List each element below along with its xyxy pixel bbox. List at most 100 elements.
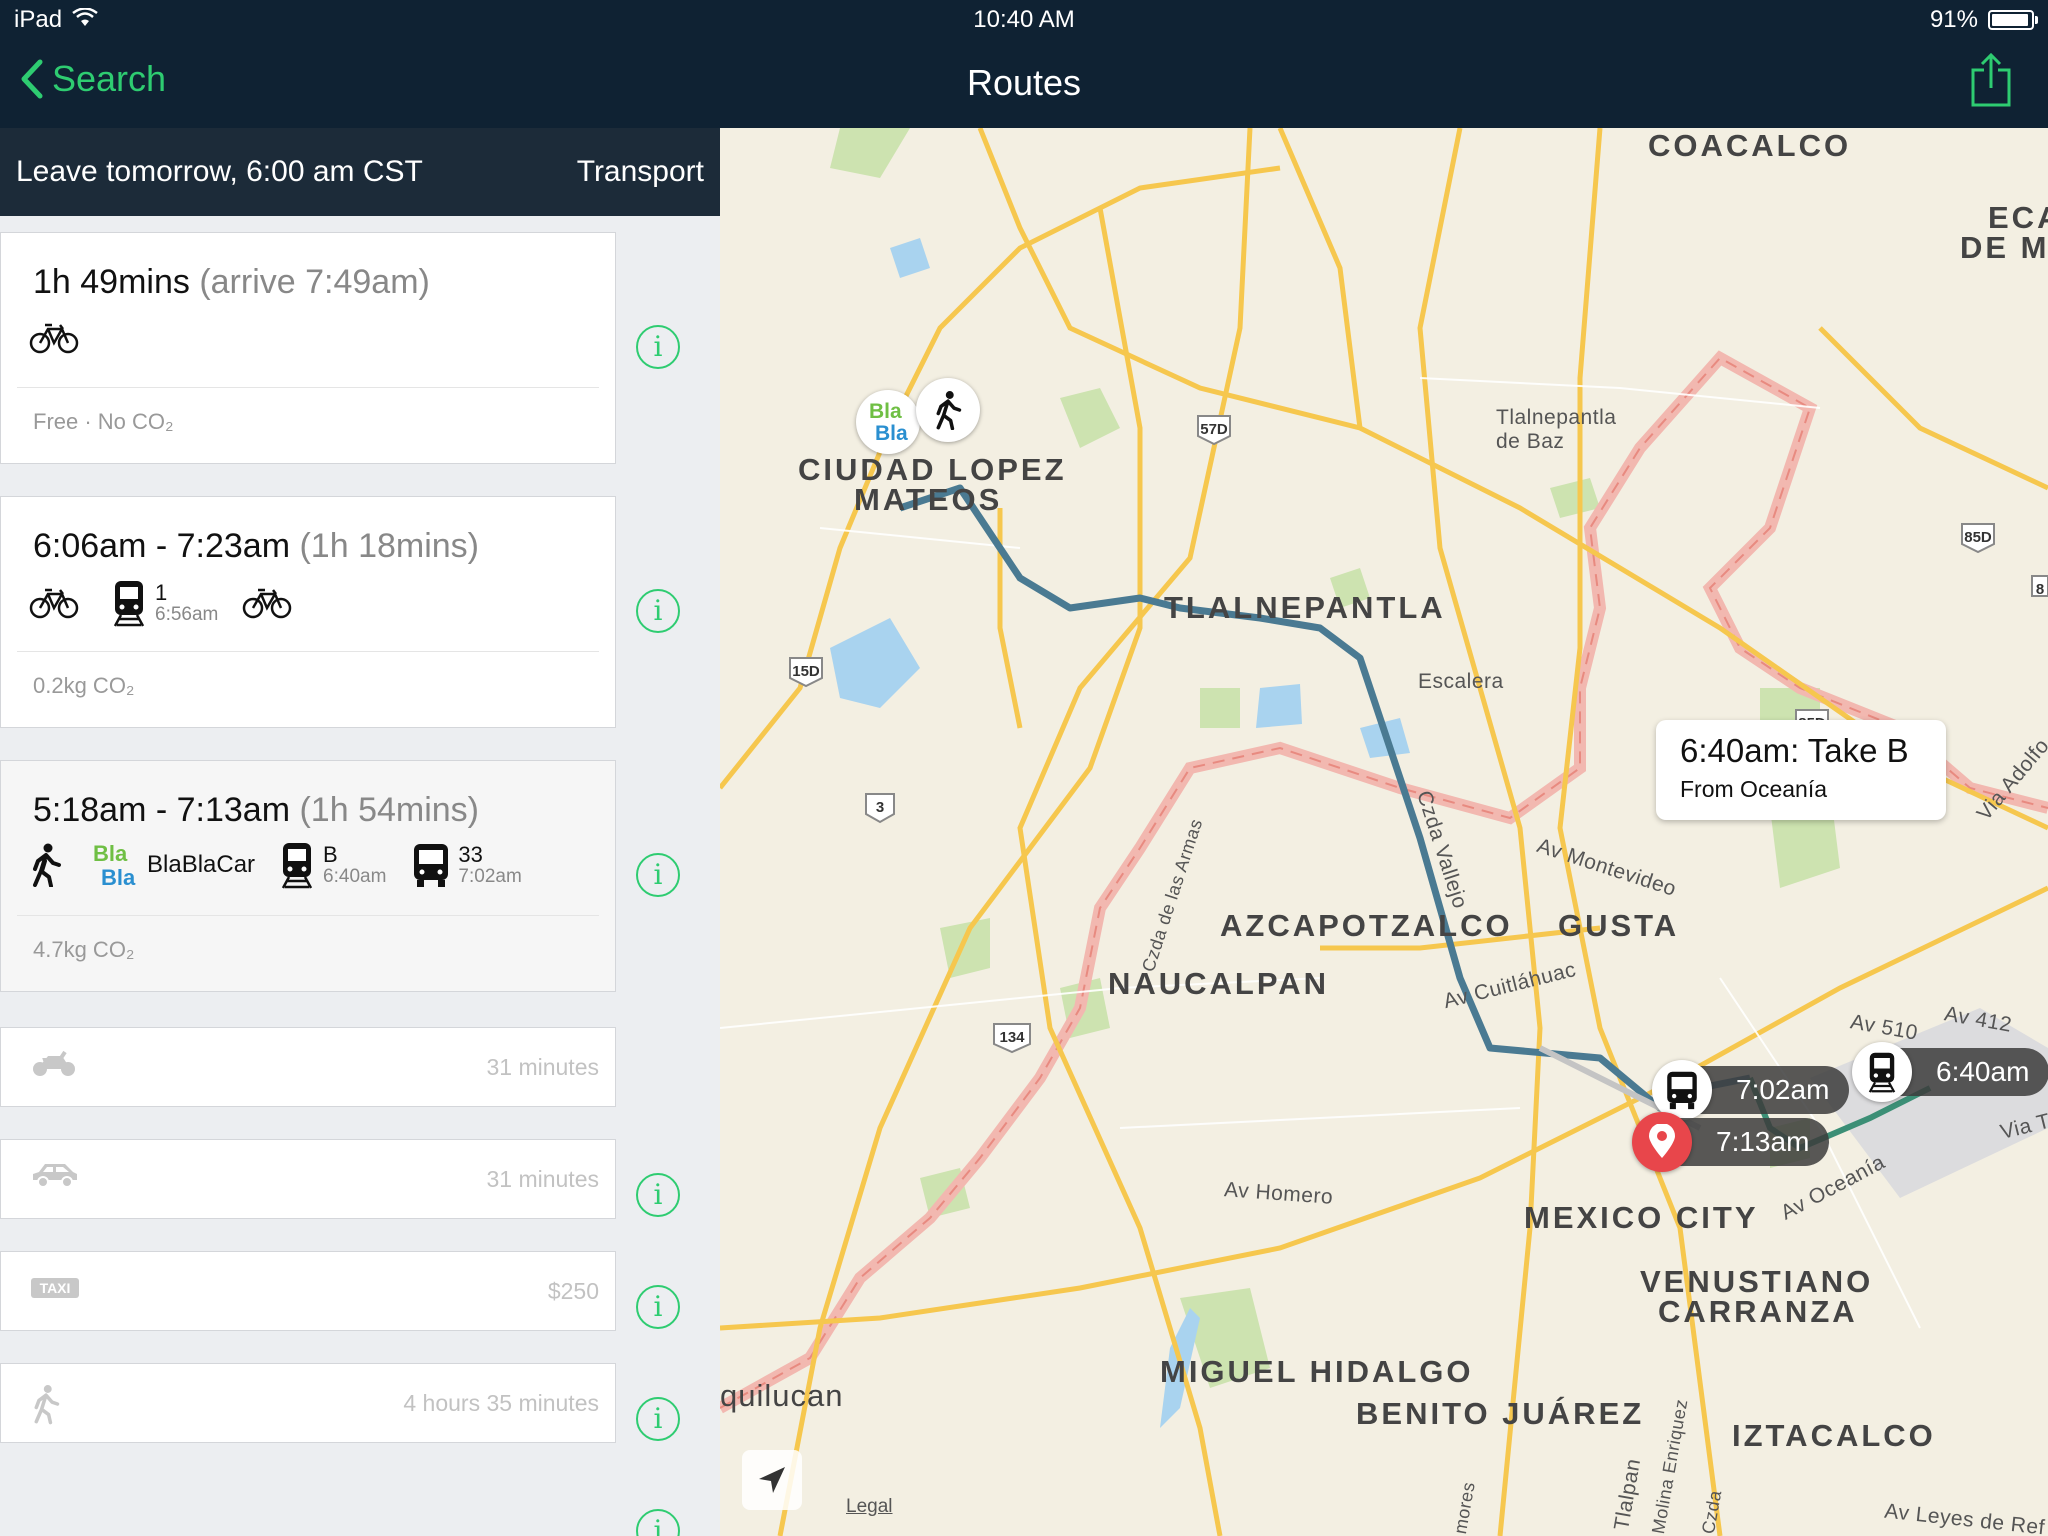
map-label: MATEOS bbox=[854, 482, 1003, 517]
departure-time[interactable]: Leave tomorrow, 6:00 am CST bbox=[16, 155, 423, 189]
mode-filter[interactable]: Transport bbox=[577, 155, 704, 189]
route-title: 6:06am - 7:23am (1h 18mins) bbox=[33, 527, 479, 566]
motorbike-icon bbox=[33, 1050, 75, 1076]
route-footer: Free · No CO₂ bbox=[33, 409, 174, 434]
highway-shield-57D: 57D bbox=[1197, 415, 1231, 446]
mode-walk bbox=[29, 843, 63, 887]
svg-text:15D: 15D bbox=[792, 663, 820, 680]
map-label: IZTACALCO bbox=[1732, 1418, 1936, 1453]
route-card[interactable]: 1h 49mins (arrive 7:49am) Free · No CO₂ bbox=[0, 232, 616, 464]
leg-line: B bbox=[323, 842, 338, 868]
map-label: de Baz bbox=[1496, 430, 1565, 453]
divider bbox=[17, 915, 599, 916]
divider bbox=[17, 651, 599, 652]
page-title: Routes bbox=[966, 62, 1082, 103]
alternative-row-taxi[interactable]: TAXI $250 bbox=[0, 1251, 616, 1331]
bicycle-icon bbox=[29, 588, 79, 619]
train-stop-pin[interactable] bbox=[1852, 1042, 1912, 1102]
share-icon[interactable] bbox=[1970, 52, 2012, 108]
svg-text:Bla: Bla bbox=[101, 865, 136, 889]
route-info-button[interactable]: i bbox=[636, 589, 680, 633]
map-label: MEXICO CITY bbox=[1524, 1200, 1759, 1235]
top-bar: iPad 10:40 AM 91% Search Routes bbox=[0, 0, 2048, 128]
bus-stop-pin[interactable] bbox=[1652, 1060, 1712, 1120]
route-footer: 0.2kg CO₂ bbox=[33, 673, 135, 698]
alternative-row-walk[interactable]: 4 hours 35 minutes bbox=[0, 1363, 616, 1443]
leg-line: 1 bbox=[155, 580, 168, 606]
leg-time: 6:40am bbox=[323, 865, 387, 887]
svg-text:Bla: Bla bbox=[869, 400, 902, 423]
walk-icon bbox=[936, 391, 962, 430]
highway-shield-85D: 85D bbox=[1961, 523, 1995, 554]
map-label: COACALCO bbox=[1648, 128, 1852, 163]
alternative-row-car[interactable]: 31 minutes bbox=[0, 1139, 616, 1219]
step-callout[interactable]: 6:40am: Take B From Oceanía bbox=[1656, 720, 1946, 820]
leg-info: 1 6:56am bbox=[155, 581, 218, 624]
legal-link[interactable]: Legal bbox=[846, 1496, 893, 1518]
alternative-row-motorbike[interactable]: 31 minutes bbox=[0, 1027, 616, 1107]
svg-text:Bla: Bla bbox=[93, 841, 128, 866]
walk-icon bbox=[34, 1385, 60, 1425]
svg-text:57D: 57D bbox=[1200, 421, 1228, 438]
route-card-selected[interactable]: 5:18am - 7:13am (1h 54mins) Bla Bla BlaB… bbox=[0, 760, 616, 992]
alternative-info-button[interactable]: i bbox=[636, 1397, 680, 1441]
blablacar-logo: Bla Bla bbox=[93, 841, 136, 889]
route-info-button[interactable]: i bbox=[636, 325, 680, 369]
map-view[interactable]: 57D 15D 3 134 85D 85D 8 COACALCO ECA DE … bbox=[720, 128, 2048, 1536]
route-modes: Bla Bla BlaBlaCar B 6:40am 33 7:02am bbox=[29, 841, 546, 889]
route-arrival: (arrive 7:49am) bbox=[199, 263, 430, 301]
taxi-icon: TAXI bbox=[31, 1278, 79, 1298]
highway-shield-3: 3 bbox=[865, 793, 895, 824]
route-times: 6:06am - 7:23am bbox=[33, 527, 291, 565]
route-card[interactable]: 6:06am - 7:23am (1h 18mins) 1 6:56am 0.2… bbox=[0, 496, 616, 728]
mode-bicycle bbox=[29, 586, 79, 620]
map-label: BENITO JUÁREZ bbox=[1356, 1396, 1645, 1431]
mode-train: B 6:40am bbox=[279, 841, 386, 889]
route-times: 5:18am - 7:13am bbox=[33, 791, 291, 829]
blablacar-logo: Bla Bla bbox=[869, 400, 908, 445]
train-icon bbox=[281, 843, 313, 889]
filter-bar[interactable]: Leave tomorrow, 6:00 am CST Transport bbox=[0, 128, 720, 216]
map-label: TLALNEPANTLA bbox=[1164, 590, 1446, 625]
route-info-button[interactable]: i bbox=[636, 853, 680, 897]
leg-time: 7:02am bbox=[458, 865, 522, 887]
status-battery-percent: 91% bbox=[1929, 6, 1978, 33]
mode-bicycle bbox=[29, 321, 79, 355]
alternative-info-button[interactable]: i bbox=[636, 1509, 680, 1536]
map-label: GUSTA bbox=[1558, 908, 1680, 943]
mode-train: 1 6:56am bbox=[111, 579, 218, 627]
svg-text:3: 3 bbox=[876, 799, 884, 816]
alternative-value: 31 minutes bbox=[486, 1054, 599, 1080]
highway-shield-134: 134 bbox=[993, 1023, 1031, 1054]
mode-bicycle bbox=[242, 586, 292, 620]
svg-text:8: 8 bbox=[2036, 581, 2044, 598]
route-title: 5:18am - 7:13am (1h 54mins) bbox=[33, 791, 479, 830]
highway-shield-8: 8 bbox=[2031, 575, 2048, 598]
current-location-button[interactable] bbox=[742, 1450, 802, 1510]
route-modes bbox=[29, 321, 103, 355]
svg-text:134: 134 bbox=[999, 1029, 1025, 1046]
leg-info: B 6:40am bbox=[323, 843, 386, 886]
alternative-info-button[interactable]: i bbox=[636, 1285, 680, 1329]
map-label: Tlalnepantla bbox=[1496, 406, 1617, 429]
callout-title: 6:40am: Take B bbox=[1680, 732, 1909, 769]
bus-icon bbox=[1667, 1071, 1697, 1110]
route-duration: (1h 18mins) bbox=[299, 527, 479, 565]
bicycle-icon bbox=[29, 323, 79, 354]
start-blablacar-pin[interactable]: Bla Bla bbox=[856, 390, 920, 454]
alternative-value: 31 minutes bbox=[486, 1166, 599, 1192]
divider bbox=[17, 387, 599, 388]
leg-time: 6:56am bbox=[155, 603, 219, 625]
route-duration: (1h 54mins) bbox=[299, 791, 479, 829]
route-footer: 4.7kg CO₂ bbox=[33, 937, 135, 962]
bicycle-icon bbox=[243, 588, 292, 619]
destination-pin[interactable] bbox=[1632, 1112, 1692, 1172]
alternative-info-button[interactable]: i bbox=[636, 1173, 680, 1217]
map-label: DE M bbox=[1960, 230, 2048, 265]
map-label: quilucan bbox=[720, 1378, 844, 1413]
svg-text:Bla: Bla bbox=[875, 422, 908, 445]
alternative-value: $250 bbox=[547, 1278, 599, 1304]
car-icon bbox=[33, 1164, 77, 1188]
start-walk-pin[interactable] bbox=[916, 378, 980, 442]
routes-panel: Leave tomorrow, 6:00 am CST Transport 1h… bbox=[0, 128, 720, 1536]
